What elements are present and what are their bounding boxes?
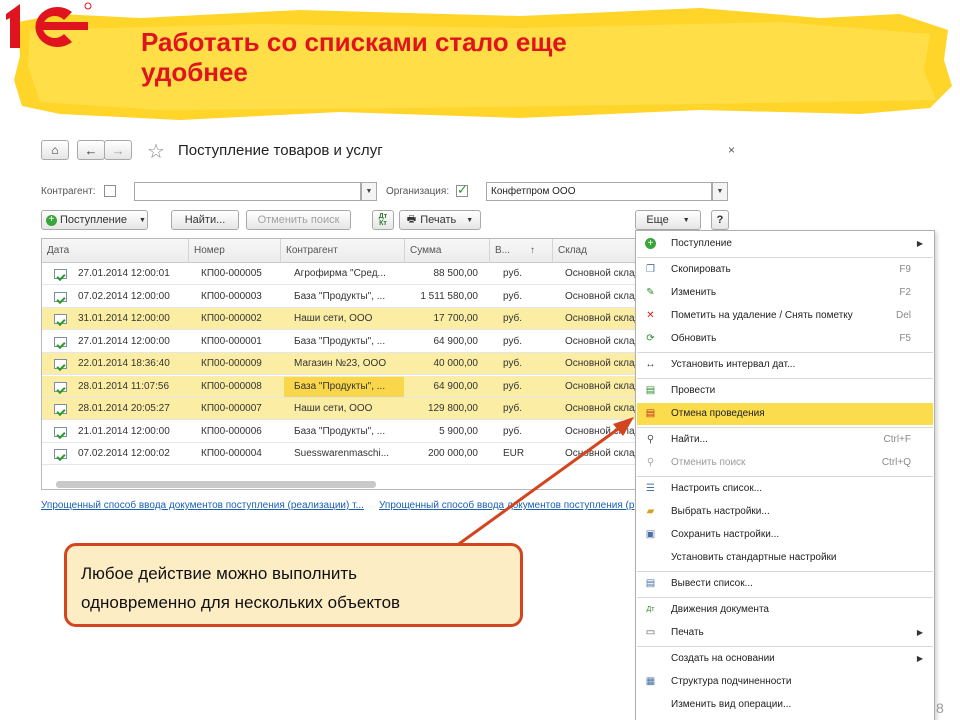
callout-line-2: одновременно для нескольких объектов (81, 593, 401, 612)
submenu-arrow-icon: ▶ (916, 239, 923, 248)
menu-item-label: Изменить вид операции... (671, 699, 792, 710)
menu-item[interactable]: + Поступление ▶ (637, 233, 933, 255)
list-settings-icon: ☰ (646, 483, 655, 494)
menu-item[interactable]: ✕ Пометить на удаление / Снять пометку Del (637, 305, 933, 327)
menu-item-label: Движения документа (671, 604, 769, 615)
menu-item[interactable]: ❐ Скопировать F9 (637, 259, 933, 281)
callout-box: Любое действие можно выполнить одновреме… (64, 543, 523, 627)
menu-item[interactable]: ▤ Вывести список... (637, 573, 933, 595)
menu-item[interactable]: ⟳ Обновить F5 (637, 328, 933, 350)
menu-separator (637, 646, 933, 647)
printer-icon: ▭ (645, 627, 656, 638)
menu-item[interactable]: ☰ Настроить список... (637, 478, 933, 500)
menu-item-label: Установить стандартные настройки (671, 552, 837, 563)
menu-item[interactable]: ▣ Сохранить настройки... (637, 524, 933, 546)
date-interval-icon: ↔ (645, 359, 656, 370)
structure-icon: ▦ (645, 676, 656, 687)
menu-item-shortcut: F9 (899, 264, 911, 275)
menu-item-shortcut: Del (895, 310, 911, 321)
page-number: 8 (936, 700, 944, 716)
dt-kt-icon: Дт (646, 606, 655, 613)
cancel-search-icon: ⚲ (646, 457, 655, 468)
menu-item[interactable]: Установить стандартные настройки (637, 547, 933, 569)
menu-separator (637, 257, 933, 258)
output-list-icon: ▤ (645, 578, 656, 589)
menu-item[interactable]: Создать на основании ▶ (637, 648, 933, 670)
open-folder-icon: ▰ (646, 506, 655, 517)
menu-item-label: Установить интервал дат... (671, 359, 796, 370)
more-actions-menu: + Поступление ▶ ❐ Скопировать F9 ✎ Изменить F2 ✕ П… (635, 230, 935, 720)
menu-item-label: Обновить (671, 333, 717, 344)
menu-item-label: Печать (671, 627, 704, 638)
menu-item-label: Структура подчиненности (671, 676, 792, 687)
callout-line-1: Любое действие можно выполнить (81, 564, 358, 583)
menu-item[interactable]: ⚲ Отменить поиск Ctrl+Q (637, 452, 933, 474)
menu-item[interactable]: ▤ Провести (637, 380, 933, 402)
menu-item-label: Настроить список... (671, 483, 763, 494)
slide: Работать со списками стало еще удобнее ⌂… (0, 0, 960, 720)
menu-item-label: Поступление (671, 238, 732, 249)
menu-item-label: Скопировать (671, 264, 731, 275)
menu-item[interactable]: ▦ Структура подчиненности (637, 671, 933, 693)
menu-item-shortcut: Ctrl+Q (881, 457, 911, 468)
menu-item-label: Вывести список... (671, 578, 753, 589)
menu-item-label: Изменить (671, 287, 717, 298)
refresh-icon: ⟳ (646, 333, 655, 344)
menu-item[interactable]: ▭ Печать ▶ (637, 622, 933, 644)
menu-item-label: Создать на основании (671, 653, 775, 664)
menu-item[interactable]: Изменить вид операции... (637, 694, 933, 716)
menu-item[interactable]: ⚲ Найти... Ctrl+F (637, 429, 933, 451)
copy-icon: ❐ (646, 264, 655, 275)
save-icon: ▣ (645, 529, 656, 540)
pencil-icon: ✎ (646, 287, 655, 298)
menu-separator (637, 427, 933, 428)
menu-item-label: Отмена проведения (671, 408, 765, 419)
menu-item-label: Провести (671, 385, 716, 396)
menu-item-label: Найти... (671, 434, 708, 445)
search-icon: ⚲ (646, 434, 655, 445)
menu-separator (637, 571, 933, 572)
menu-item[interactable]: Дт Движения документа (637, 599, 933, 621)
menu-item-label: Сохранить настройки... (671, 529, 780, 540)
menu-item-label: Отменить поиск (671, 457, 746, 468)
menu-item-label: Выбрать настройки... (671, 506, 770, 517)
menu-separator (637, 378, 933, 379)
unpost-document-icon: ▤ (645, 408, 656, 419)
delete-mark-icon: ✕ (646, 310, 655, 321)
menu-item-shortcut: Ctrl+F (883, 434, 912, 445)
submenu-arrow-icon: ▶ (916, 654, 923, 663)
menu-item[interactable]: ▰ Выбрать настройки... (637, 501, 933, 523)
menu-separator (637, 476, 933, 477)
menu-item[interactable]: ✎ Изменить F2 (637, 282, 933, 304)
menu-separator (637, 597, 933, 598)
add-circle-icon: + (645, 238, 656, 249)
menu-separator (637, 352, 933, 353)
menu-item[interactable]: ▤ Отмена проведения (637, 403, 933, 425)
submenu-arrow-icon: ▶ (916, 628, 923, 637)
menu-item-shortcut: F5 (899, 333, 911, 344)
menu-item[interactable]: ↔ Установить интервал дат... (637, 354, 933, 376)
menu-item-shortcut: F2 (899, 287, 911, 298)
post-document-icon: ▤ (645, 385, 656, 396)
menu-item-label: Пометить на удаление / Снять пометку (671, 310, 853, 321)
